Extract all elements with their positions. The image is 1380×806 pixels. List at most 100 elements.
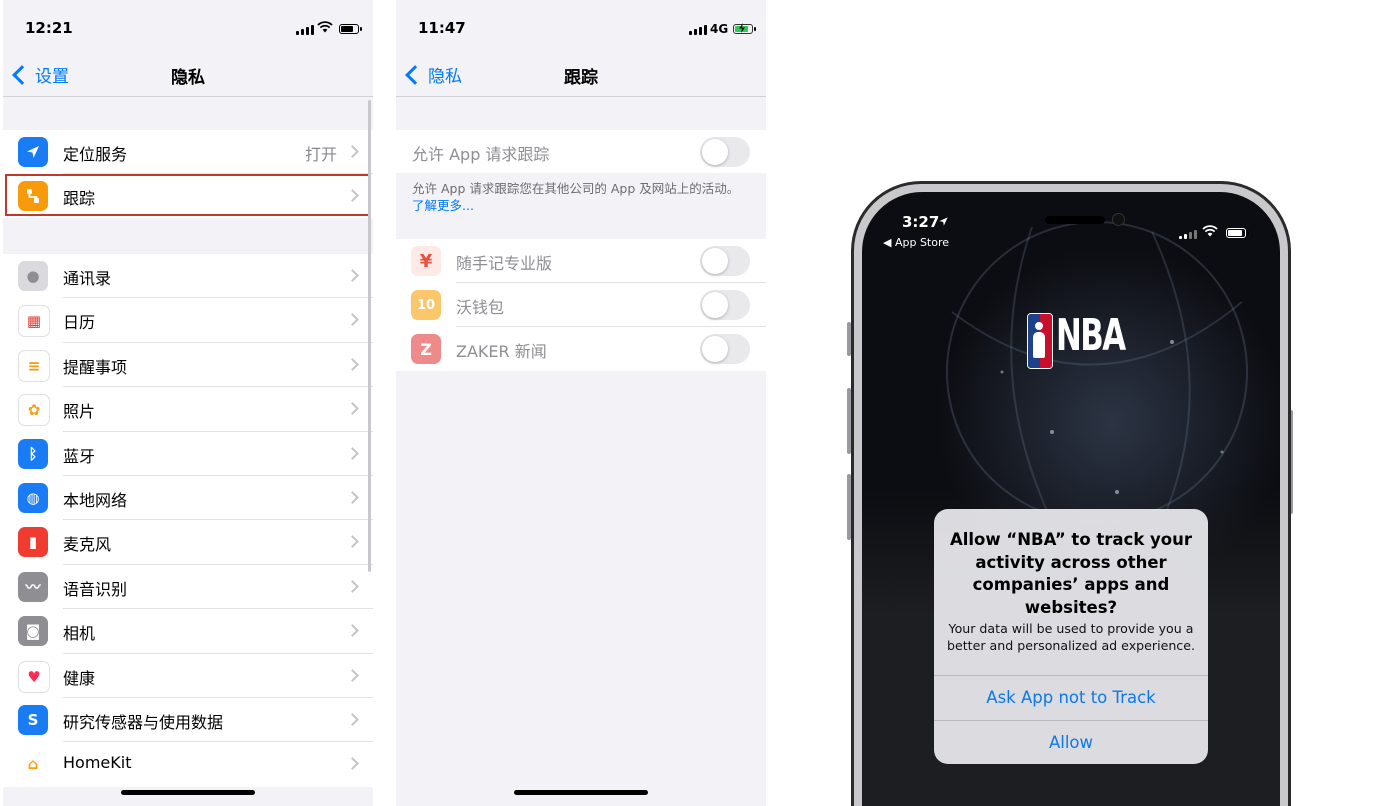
list-item-home[interactable]: ⌂ HomeKit bbox=[3, 742, 373, 786]
chevron-right-icon bbox=[346, 713, 359, 726]
status-time: 3:27 bbox=[902, 213, 940, 231]
cellular-signal-icon bbox=[689, 25, 707, 35]
tracking-screen: 11:47 4G 隐私 跟踪 允许 App 请求跟踪 允许 App 请求跟踪您在… bbox=[396, 0, 766, 806]
list-item-camera[interactable]: ◙ 相机 bbox=[3, 609, 373, 654]
chevron-right-icon bbox=[346, 624, 359, 637]
list-item-app: ¥ 随手记专业版 bbox=[396, 239, 766, 283]
home-indicator bbox=[121, 790, 255, 795]
battery-icon bbox=[1226, 228, 1249, 238]
status-time: 12:21 bbox=[25, 19, 73, 37]
list-item-app: 10 沃钱包 bbox=[396, 283, 766, 327]
app-tracking-toggle[interactable] bbox=[700, 290, 750, 320]
list-item-contacts[interactable]: ● 通讯录 bbox=[3, 254, 373, 299]
list-item-label: 定位服务 bbox=[63, 145, 128, 164]
allow-tracking-row: 允许 App 请求跟踪 bbox=[396, 130, 766, 173]
chevron-right-icon bbox=[346, 357, 359, 371]
list-item-app: Z ZAKER 新闻 bbox=[396, 327, 766, 371]
reminders-icon: ≡ bbox=[18, 349, 50, 382]
status-time: 11:47 bbox=[418, 19, 466, 37]
scrollbar[interactable] bbox=[368, 100, 371, 572]
list-item-photos[interactable]: ✿ 照片 bbox=[3, 387, 373, 432]
list-item-value: 打开 bbox=[304, 145, 337, 164]
app-tracking-toggle[interactable] bbox=[700, 334, 750, 364]
tracking-permission-dialog: Allow “NBA” to track your activity acros… bbox=[934, 509, 1208, 764]
calendar-icon: ▦ bbox=[18, 305, 50, 338]
suishouji-app-icon: ¥ bbox=[411, 246, 441, 276]
microphone-icon: ▮ bbox=[18, 527, 48, 558]
bluetooth-icon: ᛒ bbox=[18, 438, 48, 469]
contacts-icon: ● bbox=[18, 261, 48, 291]
chevron-right-icon bbox=[346, 402, 359, 416]
home-icon: ⌂ bbox=[18, 749, 48, 780]
globe-icon: ◍ bbox=[18, 482, 48, 513]
tracking-highlight-box bbox=[5, 174, 371, 216]
chevron-right-icon bbox=[346, 145, 359, 158]
privacy-permission-list: ● 通讯录 ▦ 日历 ≡ 提醒事项 ✿ 照片 ᛒ 蓝牙 ◍ 本地网络 ▮ 麦克风〰语音识别 ◙ 相机 ♥ 健康 S 研… bbox=[3, 254, 373, 787]
health-icon: ♥ bbox=[18, 660, 50, 693]
page-title: 跟踪 bbox=[564, 68, 598, 88]
zaker-app-icon: Z bbox=[411, 334, 441, 364]
photos-icon: ✿ bbox=[18, 394, 50, 427]
wifi-icon bbox=[1202, 225, 1218, 237]
speech-recognition-icon: 〰 bbox=[18, 571, 48, 602]
tracking-description: 允许 App 请求跟踪您在其他公司的 App 及网站上的活动。 了解更多... bbox=[412, 180, 757, 214]
chevron-right-icon bbox=[346, 446, 359, 460]
location-arrow-icon bbox=[18, 137, 48, 167]
description-text: 允许 App 请求跟踪您在其他公司的 App 及网站上的活动。 bbox=[412, 181, 740, 196]
nav-bar: 隐私 跟踪 bbox=[396, 56, 766, 97]
network-type: 4G bbox=[710, 22, 729, 36]
chevron-right-icon bbox=[346, 535, 359, 549]
cellular-signal-icon bbox=[1179, 230, 1197, 239]
list-item-label: 麦克风 bbox=[63, 535, 112, 555]
page-title: 隐私 bbox=[171, 68, 205, 88]
chevron-right-icon bbox=[346, 579, 359, 593]
list-item-label: 健康 bbox=[63, 668, 96, 688]
cellular-signal-icon bbox=[296, 25, 314, 35]
nav-bar: 设置 隐私 bbox=[3, 56, 373, 97]
status-bar: 11:47 4G bbox=[396, 0, 766, 56]
app-tracking-toggle[interactable] bbox=[700, 246, 750, 276]
privacy-screen: 12:21 设置 隐私 定位服务 打开 跟踪 ● 通讯录 ▦ 日历 ≡ 提醒事项… bbox=[3, 0, 373, 806]
list-item-globe[interactable]: ◍ 本地网络 bbox=[3, 476, 373, 521]
list-item-bluetooth[interactable]: ᛒ 蓝牙 bbox=[3, 432, 373, 476]
speaker-grille bbox=[1045, 216, 1105, 224]
home-indicator bbox=[514, 790, 648, 795]
list-item-location[interactable]: 定位服务 打开 bbox=[3, 130, 373, 174]
list-item-reminders[interactable]: ≡ 提醒事项 bbox=[3, 343, 373, 388]
app-name: 随手记专业版 bbox=[456, 254, 553, 273]
wo-wallet-app-icon: 10 bbox=[411, 290, 441, 320]
ask-not-to-track-button[interactable]: Ask App not to Track bbox=[934, 675, 1208, 720]
list-item-label: 日历 bbox=[63, 313, 96, 333]
list-item-label: 提醒事项 bbox=[63, 357, 128, 377]
list-item-calendar[interactable]: ▦ 日历 bbox=[3, 298, 373, 343]
dialog-message: Your data will be used to provide you a … bbox=[946, 621, 1195, 653]
allow-tracking-toggle[interactable] bbox=[700, 137, 750, 167]
app-name: ZAKER 新闻 bbox=[456, 342, 547, 361]
chevron-right-icon bbox=[346, 491, 359, 504]
app-name: 沃钱包 bbox=[456, 298, 505, 317]
list-item-label: 蓝牙 bbox=[63, 446, 96, 466]
list-item-health[interactable]: ♥ 健康 bbox=[3, 654, 373, 698]
battery-icon bbox=[339, 24, 362, 34]
chevron-right-icon bbox=[346, 757, 359, 771]
battery-charging-icon bbox=[733, 23, 756, 34]
allow-tracking-button[interactable]: Allow bbox=[934, 720, 1208, 764]
chevron-right-icon bbox=[346, 313, 359, 327]
list-item-label: 相机 bbox=[63, 624, 96, 644]
research-icon: S bbox=[18, 704, 48, 735]
nba-logo-text: NBA bbox=[1056, 310, 1126, 361]
wifi-icon bbox=[317, 21, 333, 33]
list-item-label: 语音识别 bbox=[63, 579, 128, 599]
status-bar: 12:21 bbox=[3, 0, 373, 56]
list-item-speech-recognition[interactable]: 〰语音识别 bbox=[3, 565, 373, 610]
dialog-title: Allow “NBA” to track your activity acros… bbox=[949, 530, 1193, 617]
chevron-right-icon bbox=[346, 269, 359, 282]
back-to-app-store[interactable]: ◀ App Store bbox=[883, 236, 949, 249]
chevron-right-icon bbox=[346, 668, 359, 682]
nba-logo-icon bbox=[1027, 313, 1053, 369]
list-item-microphone[interactable]: ▮ 麦克风 bbox=[3, 520, 373, 565]
list-item-label: 研究传感器与使用数据 bbox=[63, 712, 224, 732]
allow-tracking-label: 允许 App 请求跟踪 bbox=[412, 145, 550, 164]
list-item-research[interactable]: S 研究传感器与使用数据 bbox=[3, 698, 373, 743]
learn-more-link[interactable]: 了解更多... bbox=[412, 198, 474, 213]
